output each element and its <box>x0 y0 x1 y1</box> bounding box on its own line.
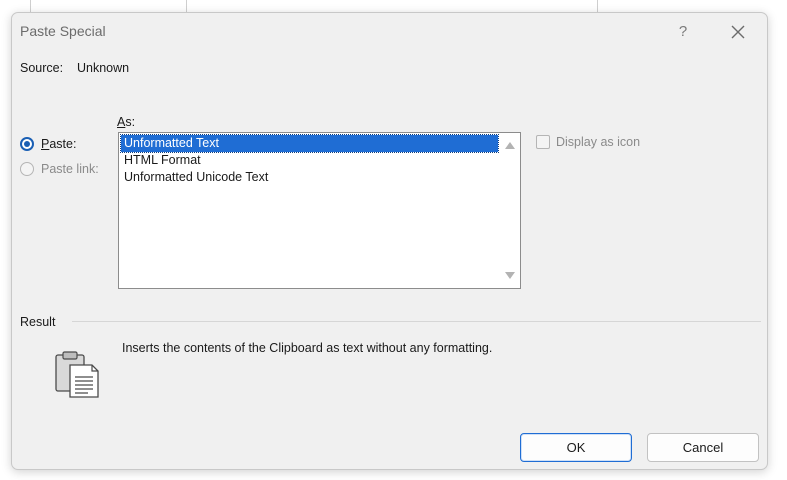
paste-radio-label: Paste: <box>41 137 77 151</box>
list-item[interactable]: HTML Format <box>121 152 498 169</box>
as-label: As: <box>117 115 136 129</box>
display-as-icon-checkbox <box>536 135 550 149</box>
scroll-down-arrow-icon[interactable] <box>505 272 515 279</box>
help-button[interactable]: ? <box>675 21 691 43</box>
paste-link-radio-label: Paste link: <box>41 162 99 176</box>
close-icon <box>731 25 745 39</box>
clipboard-text-icon <box>54 351 102 401</box>
paste-link-radio-option: Paste link: <box>20 160 99 178</box>
close-button[interactable] <box>728 22 748 42</box>
dialog-title: Paste Special <box>20 23 106 39</box>
result-description: Inserts the contents of the Clipboard as… <box>122 341 493 355</box>
paste-special-dialog: Paste Special ? Source: Unknown As: Past… <box>11 12 768 470</box>
paste-radio-button[interactable] <box>20 137 34 151</box>
source-value: Unknown <box>77 61 130 75</box>
listbox-scrollbar[interactable] <box>500 133 520 288</box>
source-label: Source: <box>20 61 64 75</box>
display-as-icon-label: Display as icon <box>556 135 641 149</box>
cancel-button[interactable]: Cancel <box>647 433 759 462</box>
format-listbox[interactable]: Unformatted Text HTML Format Unformatted… <box>118 132 521 289</box>
list-item[interactable]: Unformatted Unicode Text <box>121 169 498 186</box>
paste-link-radio-button <box>20 162 34 176</box>
display-as-icon-option: Display as icon <box>536 135 640 149</box>
list-item[interactable]: Unformatted Text <box>120 134 499 153</box>
paste-radio-option[interactable]: Paste: <box>20 135 76 153</box>
result-label: Result <box>20 315 56 329</box>
result-divider <box>72 321 761 322</box>
scroll-up-arrow-icon[interactable] <box>505 142 515 149</box>
ok-button[interactable]: OK <box>520 433 632 462</box>
